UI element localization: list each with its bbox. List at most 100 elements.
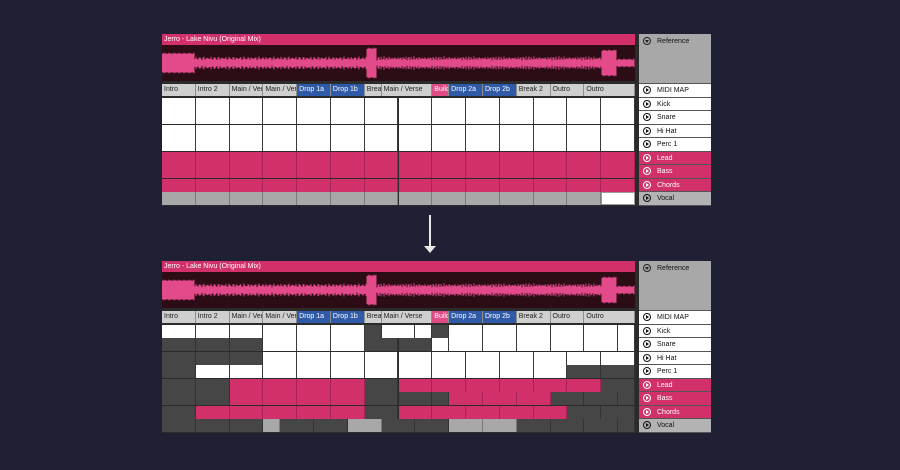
clip[interactable] (567, 165, 602, 178)
clip[interactable] (533, 178, 568, 192)
clip[interactable] (466, 151, 500, 165)
clip[interactable] (567, 97, 602, 111)
clip[interactable] (162, 178, 196, 192)
clip[interactable] (330, 178, 365, 192)
play-icon[interactable] (643, 194, 651, 202)
section-marker[interactable]: Intro (162, 311, 196, 323)
clip[interactable] (195, 178, 230, 192)
clip[interactable] (398, 178, 433, 192)
clip[interactable] (398, 378, 433, 392)
play-icon[interactable] (643, 407, 651, 416)
section-marker[interactable]: Intro 2 (195, 84, 230, 96)
clip[interactable] (567, 151, 602, 165)
clip[interactable] (398, 165, 433, 178)
clip[interactable] (330, 392, 365, 405)
clip[interactable] (263, 405, 298, 419)
clip[interactable] (567, 111, 602, 124)
clip[interactable] (364, 97, 399, 111)
clip[interactable] (330, 405, 365, 419)
track-header-lead[interactable]: Lead (639, 151, 711, 165)
track-header-bass[interactable]: Bass (639, 392, 711, 406)
section-marker[interactable]: Drop 1a (297, 311, 331, 323)
clip[interactable] (567, 124, 602, 138)
clip[interactable] (162, 138, 196, 151)
clip[interactable] (297, 124, 331, 138)
clip[interactable] (263, 192, 298, 205)
clip[interactable] (297, 151, 331, 165)
clip[interactable] (229, 138, 264, 151)
section-marker[interactable]: Outro (584, 311, 635, 323)
clip[interactable] (195, 365, 230, 378)
play-icon[interactable] (643, 340, 651, 348)
section-marker[interactable]: Break 2 (516, 311, 551, 323)
clip[interactable] (533, 165, 568, 178)
clip[interactable] (297, 324, 331, 338)
clip[interactable] (567, 178, 602, 192)
play-icon[interactable] (643, 353, 651, 362)
clip[interactable] (297, 378, 331, 392)
clip[interactable] (499, 192, 534, 205)
clip[interactable] (533, 378, 568, 392)
track-header-kick[interactable]: Kick (639, 324, 711, 338)
clip[interactable] (584, 419, 619, 432)
clip[interactable] (398, 392, 433, 405)
clip[interactable] (516, 392, 551, 405)
clip[interactable] (297, 392, 331, 405)
clip[interactable] (567, 365, 602, 378)
section-marker[interactable]: Outro (550, 311, 585, 323)
clip[interactable] (432, 151, 467, 165)
clip[interactable] (432, 138, 467, 151)
chevron-down-icon[interactable] (643, 37, 651, 45)
clip[interactable] (584, 324, 619, 338)
clip[interactable] (398, 351, 433, 365)
section-marker[interactable]: Break (364, 84, 382, 96)
clip[interactable] (381, 324, 416, 338)
clip[interactable] (263, 324, 298, 338)
clip[interactable] (263, 165, 298, 178)
clip[interactable] (398, 111, 433, 124)
clip[interactable] (330, 351, 365, 365)
section-marker[interactable]: Build (432, 311, 450, 323)
section-marker[interactable]: Drop 1b (330, 84, 365, 96)
clip[interactable] (432, 365, 467, 378)
clip[interactable] (297, 365, 331, 378)
clip[interactable] (330, 365, 365, 378)
play-icon[interactable] (643, 153, 651, 162)
clip[interactable] (162, 97, 196, 111)
clip[interactable] (449, 324, 483, 338)
section-marker[interactable]: Outro (584, 84, 635, 96)
clip[interactable] (601, 178, 635, 192)
clip[interactable] (533, 111, 568, 124)
track-header-chords[interactable]: Chords (639, 405, 711, 419)
clip[interactable] (601, 124, 635, 138)
clip[interactable] (482, 392, 517, 405)
clip[interactable] (398, 124, 433, 138)
clip[interactable] (533, 138, 568, 151)
clip[interactable] (229, 151, 264, 165)
clip[interactable] (330, 378, 365, 392)
clip[interactable] (499, 178, 534, 192)
reference-track-header[interactable]: Reference (639, 261, 711, 311)
clip[interactable] (263, 351, 298, 365)
clip[interactable] (516, 324, 551, 338)
chevron-down-icon[interactable] (643, 264, 651, 272)
play-icon[interactable] (643, 167, 651, 175)
clip[interactable] (229, 124, 264, 138)
clip[interactable] (432, 405, 467, 419)
clip[interactable] (398, 192, 433, 205)
clip[interactable] (195, 151, 230, 165)
clip[interactable] (398, 405, 433, 419)
clip[interactable] (499, 151, 534, 165)
clip[interactable] (499, 124, 534, 138)
clip[interactable] (297, 405, 331, 419)
track-header-hi-hat[interactable]: Hi Hat (639, 351, 711, 365)
clip[interactable] (195, 138, 230, 151)
clip[interactable] (364, 124, 399, 138)
clip[interactable] (162, 165, 196, 178)
clip[interactable] (466, 178, 500, 192)
play-icon[interactable] (643, 367, 651, 375)
clip[interactable] (601, 192, 635, 205)
clip[interactable] (297, 178, 331, 192)
clip[interactable] (432, 165, 467, 178)
clip[interactable] (432, 338, 450, 351)
